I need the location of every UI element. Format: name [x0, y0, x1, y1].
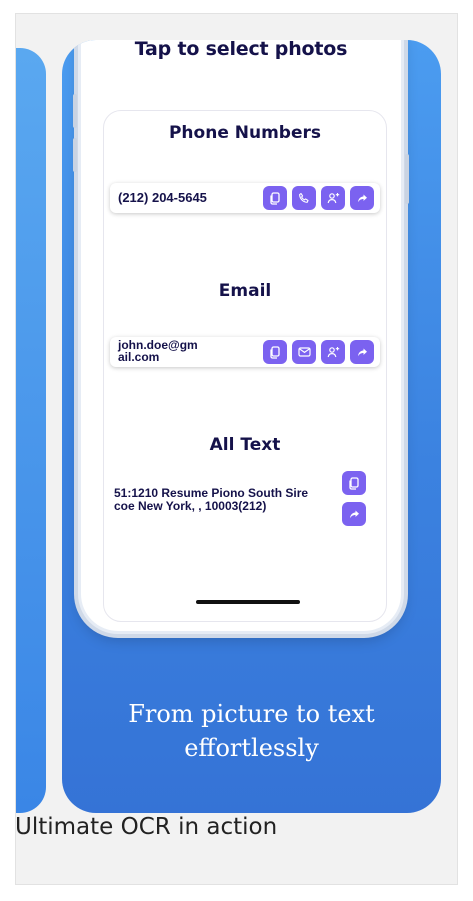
phone-side-button	[405, 154, 409, 204]
results-panel: Phone Numbers (212) 204-5645 Email john.…	[103, 110, 387, 622]
copy-button[interactable]	[263, 186, 287, 210]
add-contact-icon	[327, 192, 340, 204]
phone-side-button	[73, 138, 77, 172]
add-contact-button[interactable]	[321, 340, 345, 364]
phone-numbers-heading: Phone Numbers	[168, 123, 322, 143]
previous-screenshot-card[interactable]	[16, 48, 46, 813]
all-text-value: 51:1210 Resume Piono South Sire coe New …	[114, 487, 309, 513]
mail-icon	[297, 347, 311, 357]
share-icon	[357, 193, 368, 204]
phone-side-button	[73, 94, 77, 128]
email-value-line2: ail.com	[118, 350, 160, 364]
home-indicator	[196, 600, 300, 604]
share-button[interactable]	[350, 186, 374, 210]
screenshot-card[interactable]: Tap to select photos Phone Numbers (212)…	[62, 40, 441, 813]
call-button[interactable]	[292, 186, 316, 210]
phone-number-row: (212) 204-5645	[110, 183, 380, 213]
phone-icon	[298, 192, 310, 204]
email-row: john.doe@gm ail.com	[110, 337, 380, 367]
copy-button[interactable]	[342, 471, 366, 495]
phone-mockup: Tap to select photos Phone Numbers (212)…	[73, 40, 409, 634]
send-mail-button[interactable]	[292, 340, 316, 364]
promo-text: From picture to text effortlessly	[128, 700, 375, 762]
copy-icon	[348, 476, 360, 490]
share-icon	[349, 509, 360, 520]
add-contact-button[interactable]	[321, 186, 345, 210]
screenshot-caption: Ultimate OCR in action	[15, 814, 278, 840]
share-button[interactable]	[350, 340, 374, 364]
copy-icon	[269, 191, 281, 205]
tap-to-select-photos-title[interactable]: Tap to select photos	[81, 40, 401, 60]
copy-button[interactable]	[263, 340, 287, 364]
all-text-heading: All Text	[209, 435, 281, 455]
email-value: john.doe@gm ail.com	[118, 339, 228, 363]
add-contact-icon	[327, 346, 340, 358]
email-heading: Email	[218, 281, 272, 301]
phone-number-value: (212) 204-5645	[118, 190, 207, 205]
screenshot-frame: Tap to select photos Phone Numbers (212)…	[15, 13, 458, 885]
copy-icon	[269, 345, 281, 359]
share-icon	[357, 347, 368, 358]
share-button[interactable]	[342, 502, 366, 526]
